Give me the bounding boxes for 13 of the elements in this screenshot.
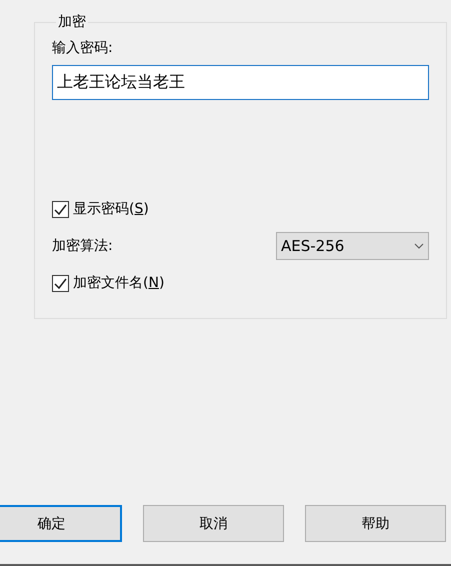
group-title: 加密: [57, 13, 87, 31]
checkbox[interactable]: [52, 274, 69, 292]
dialog-button[interactable]: 确定: [0, 505, 122, 542]
dialog-button[interactable]: 帮助: [305, 505, 446, 542]
checkbox-label[interactable]: 加密文件名(N): [73, 274, 164, 292]
password-field[interactable]: 上老王论坛当老王: [52, 65, 429, 100]
chevron-down-icon: [414, 243, 424, 249]
checkbox-label[interactable]: 显示密码(S): [73, 200, 149, 218]
algorithm-label: 加密算法:: [52, 237, 113, 255]
checkbox[interactable]: [52, 200, 69, 218]
dialog-button[interactable]: 取消: [143, 505, 284, 542]
algorithm-dropdown[interactable]: AES-256: [276, 232, 429, 260]
password-label: 输入密码:: [52, 39, 114, 57]
